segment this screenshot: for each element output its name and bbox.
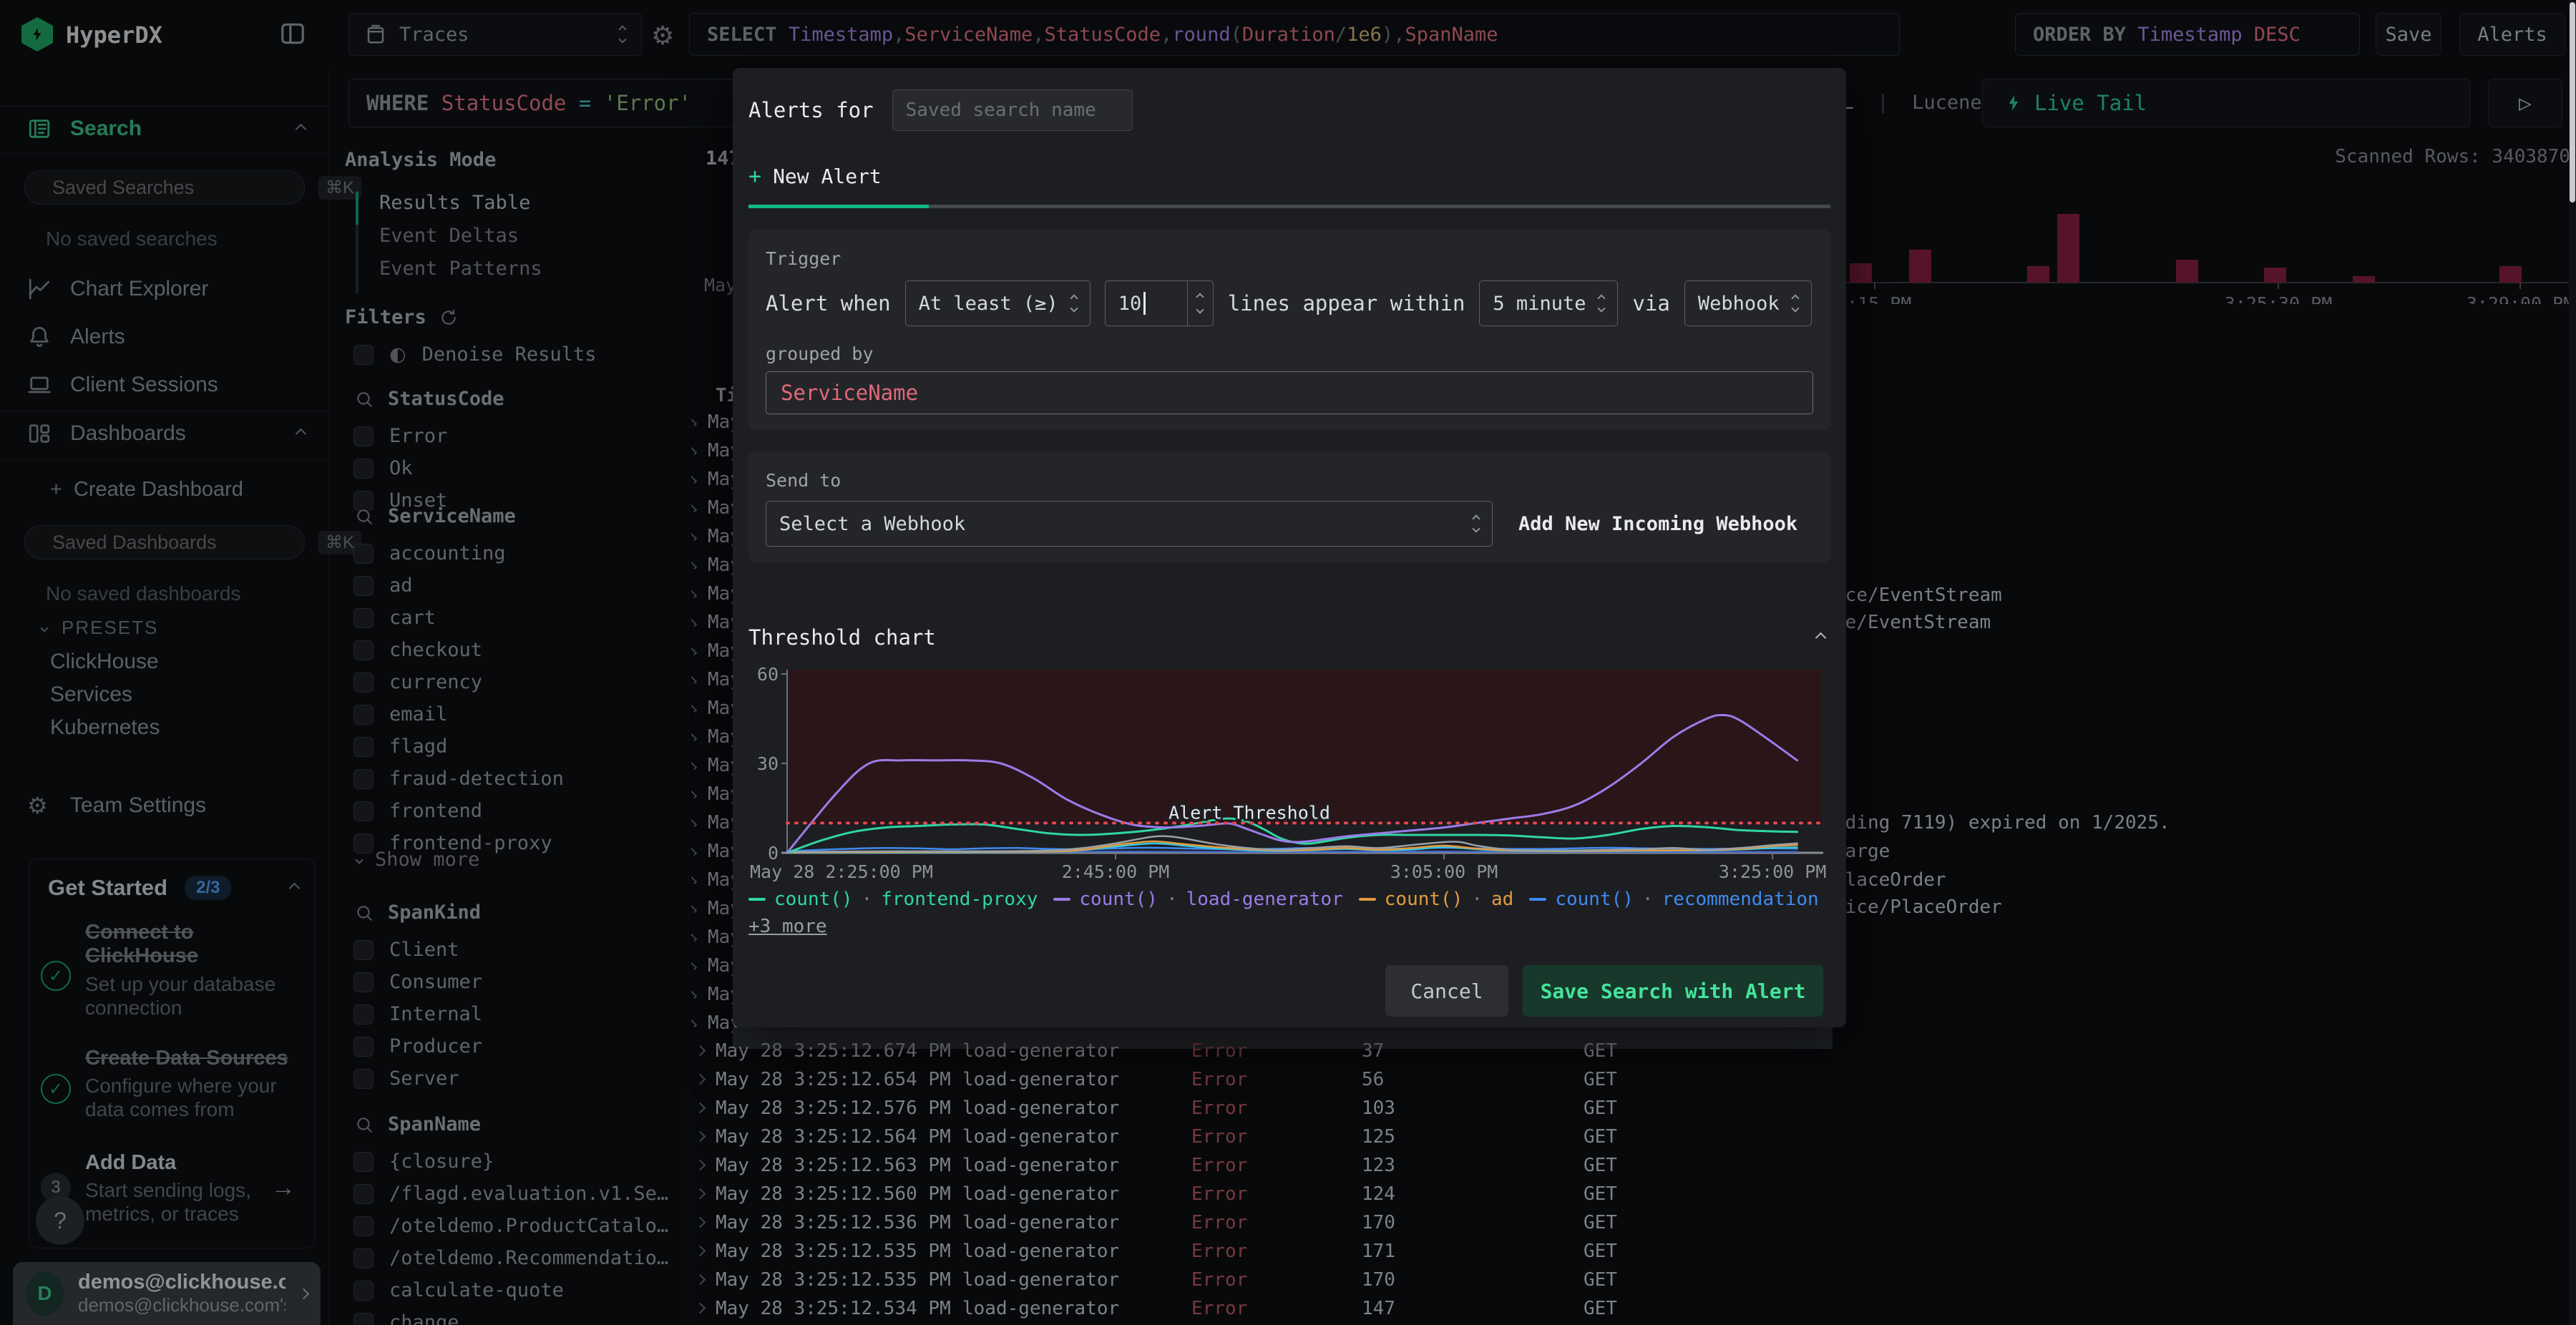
condition-select[interactable]: At least (≥) xyxy=(904,280,1091,326)
alert-when-label: Alert when xyxy=(766,291,891,316)
svg-text:60: 60 xyxy=(757,664,779,685)
select-chevrons-icon xyxy=(1790,294,1800,313)
legend-item[interactable]: count() · recommendation xyxy=(1529,889,1819,910)
dialog-title: Alerts for xyxy=(748,98,874,122)
collapse-chevron-icon[interactable] xyxy=(1815,632,1827,643)
number-spinner[interactable] xyxy=(1186,281,1213,326)
hyperdx-app: HyperDX Traces ⚙ SELECT Timestamp , Serv… xyxy=(0,0,2576,1325)
svg-text:2:45:00 PM: 2:45:00 PM xyxy=(1062,861,1170,882)
plus-icon: + xyxy=(748,164,762,189)
tab-underline xyxy=(748,205,1830,208)
time-window-select[interactable]: 5 minute xyxy=(1479,280,1619,326)
legend-item[interactable]: count() · frontend-proxy xyxy=(748,889,1038,910)
chart-legend: count() · frontend-proxy count() · load-gener… xyxy=(748,889,1830,937)
select-chevrons-icon xyxy=(1597,294,1606,313)
alert-dialog: Alerts for + New Alert Trigger Alert whe… xyxy=(733,68,1846,1027)
trigger-label: Trigger xyxy=(766,248,841,269)
legend-item[interactable]: count() · ad xyxy=(1358,889,1513,910)
svg-text:Alert Threshold: Alert Threshold xyxy=(1169,802,1330,823)
via-label: via xyxy=(1632,291,1670,316)
send-to-label: Send to xyxy=(766,470,841,491)
trigger-section: Trigger Alert when At least (≥) 10 lines… xyxy=(748,230,1830,430)
svg-text:3:25:00 PM: 3:25:00 PM xyxy=(1719,861,1827,882)
threshold-input[interactable]: 10 xyxy=(1104,280,1214,326)
channel-select[interactable]: Webhook xyxy=(1684,280,1812,326)
lines-label: lines appear within xyxy=(1227,291,1465,316)
grouped-by-input[interactable]: ServiceName xyxy=(766,371,1813,414)
threshold-chart: 0 30 60 May 28 2:25:00 PM 2:45:00 PM 3:05:00 … xyxy=(750,664,1827,882)
text-caret xyxy=(1143,292,1146,315)
webhook-select[interactable]: Select a Webhook xyxy=(766,501,1493,547)
svg-text:3:05:00 PM: 3:05:00 PM xyxy=(1390,861,1498,882)
grouped-by-label: grouped by xyxy=(766,343,874,364)
saved-search-name-input[interactable] xyxy=(892,89,1133,131)
select-chevrons-icon xyxy=(1070,294,1078,313)
select-chevrons-icon xyxy=(1472,514,1480,533)
send-to-section: Send to Select a Webhook Add New Incomin… xyxy=(748,451,1830,562)
add-webhook-button[interactable]: Add New Incoming Webhook xyxy=(1518,513,1797,535)
save-search-with-alert-button[interactable]: Save Search with Alert xyxy=(1523,965,1823,1017)
scrollbar-thumb[interactable] xyxy=(2570,2,2575,202)
new-alert-tab[interactable]: + New Alert xyxy=(748,164,882,205)
svg-text:0: 0 xyxy=(768,843,779,864)
threshold-chart-title: Threshold chart xyxy=(748,625,936,650)
svg-text:30: 30 xyxy=(757,753,779,774)
legend-item[interactable]: count() · load-generator xyxy=(1053,889,1343,910)
legend-more-link[interactable]: +3 more xyxy=(748,916,827,937)
cancel-button[interactable]: Cancel xyxy=(1385,965,1508,1017)
svg-text:May 28 2:25:00 PM: May 28 2:25:00 PM xyxy=(750,861,933,882)
